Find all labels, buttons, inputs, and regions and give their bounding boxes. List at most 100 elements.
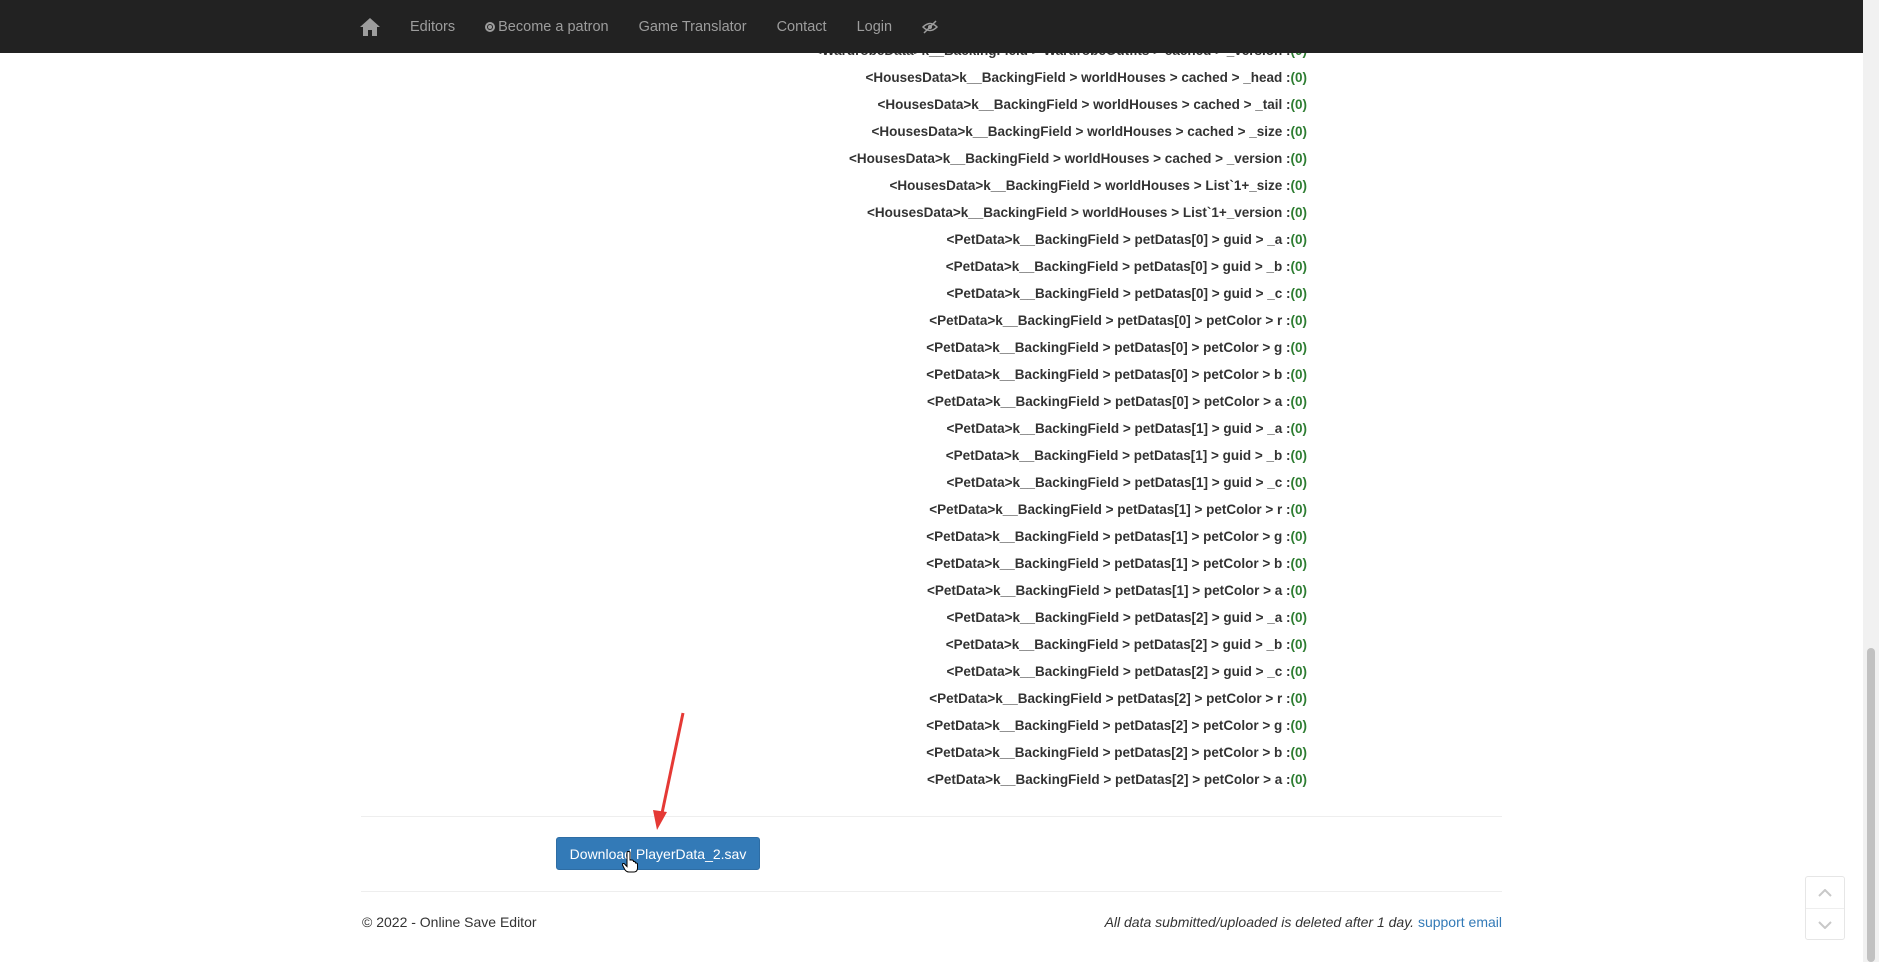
field-path: <PetData>k__BackingField > petDatas[1] >… [946, 475, 1291, 490]
save-field-row: <PetData>k__BackingField > petDatas[0] >… [0, 233, 1307, 260]
nav-login[interactable]: Login [857, 19, 892, 35]
top-navbar: Editors Become a patron Game Translator … [0, 0, 1863, 53]
field-value[interactable]: (0) [1291, 745, 1308, 760]
save-field-row: <PetData>k__BackingField > petDatas[0] >… [0, 395, 1307, 422]
field-path: <HousesData>k__BackingField > worldHouse… [848, 151, 1291, 166]
field-path: <PetData>k__BackingField > petDatas[0] >… [926, 340, 1291, 355]
save-field-row: <PetData>k__BackingField > petDatas[2] >… [0, 638, 1307, 665]
nav-become-patron[interactable]: Become a patron [485, 18, 609, 35]
field-value[interactable]: (0) [1291, 448, 1308, 463]
field-path: <PetData>k__BackingField > petDatas[1] >… [926, 583, 1291, 598]
save-field-row: <PetData>k__BackingField > petDatas[2] >… [0, 746, 1307, 773]
field-path: <PetData>k__BackingField > petDatas[2] >… [926, 745, 1291, 760]
field-path: <PetData>k__BackingField > petDatas[0] >… [946, 232, 1291, 247]
download-save-button[interactable]: Download PlayerData_2.sav [556, 837, 760, 870]
save-field-row: <PetData>k__BackingField > petDatas[0] >… [0, 368, 1307, 395]
field-value[interactable]: (0) [1291, 718, 1308, 733]
save-field-row: <PetData>k__BackingField > petDatas[2] >… [0, 719, 1307, 746]
field-path: <PetData>k__BackingField > petDatas[0] >… [929, 313, 1291, 328]
save-field-row: <HousesData>k__BackingField > worldHouse… [0, 179, 1307, 206]
save-field-list: <WardrobeData>k__BackingField > Wardrobe… [0, 44, 1307, 800]
chevron-down-icon[interactable] [1806, 908, 1844, 940]
nav-game-translator[interactable]: Game Translator [639, 19, 747, 35]
save-field-row: <PetData>k__BackingField > petDatas[1] >… [0, 476, 1307, 503]
field-path: <PetData>k__BackingField > petDatas[2] >… [946, 610, 1291, 625]
nav-editors[interactable]: Editors [410, 19, 455, 35]
field-value[interactable]: (0) [1291, 664, 1308, 679]
field-value[interactable]: (0) [1291, 637, 1308, 652]
footer-notice: All data submitted/uploaded is deleted a… [1105, 914, 1502, 930]
field-value[interactable]: (0) [1291, 340, 1308, 355]
field-path: <PetData>k__BackingField > petDatas[2] >… [926, 772, 1291, 787]
field-path: <PetData>k__BackingField > petDatas[1] >… [926, 556, 1291, 571]
save-field-row: <PetData>k__BackingField > petDatas[1] >… [0, 530, 1307, 557]
divider [361, 816, 1502, 817]
field-path: <PetData>k__BackingField > petDatas[1] >… [945, 448, 1291, 463]
hand-cursor-icon [622, 851, 638, 873]
field-value[interactable]: (0) [1291, 205, 1308, 220]
scrollbar-thumb[interactable] [1867, 648, 1875, 962]
save-field-row: <PetData>k__BackingField > petDatas[0] >… [0, 287, 1307, 314]
field-value[interactable]: (0) [1291, 583, 1308, 598]
field-value[interactable]: (0) [1291, 691, 1308, 706]
save-field-row: <PetData>k__BackingField > petDatas[2] >… [0, 611, 1307, 638]
save-field-row: <HousesData>k__BackingField > worldHouse… [0, 71, 1307, 98]
field-value[interactable]: (0) [1291, 232, 1308, 247]
nav-links: Editors Become a patron Game Translator … [360, 0, 968, 53]
field-path: <PetData>k__BackingField > petDatas[0] >… [945, 259, 1291, 274]
save-field-row: <PetData>k__BackingField > petDatas[0] >… [0, 260, 1307, 287]
field-path: <PetData>k__BackingField > petDatas[1] >… [929, 502, 1291, 517]
footer-copyright: © 2022 - Online Save Editor [362, 914, 537, 930]
patreon-icon [485, 21, 496, 32]
save-field-row: <PetData>k__BackingField > petDatas[1] >… [0, 422, 1307, 449]
support-email-link[interactable]: support email [1418, 914, 1502, 930]
save-field-row: <PetData>k__BackingField > petDatas[2] >… [0, 665, 1307, 692]
field-path: <PetData>k__BackingField > petDatas[0] >… [926, 367, 1291, 382]
nav-contact[interactable]: Contact [777, 19, 827, 35]
field-path: <PetData>k__BackingField > petDatas[2] >… [945, 637, 1291, 652]
field-path: <PetData>k__BackingField > petDatas[2] >… [929, 691, 1291, 706]
field-value[interactable]: (0) [1291, 502, 1308, 517]
field-value[interactable]: (0) [1291, 97, 1308, 112]
save-field-row: <PetData>k__BackingField > petDatas[2] >… [0, 692, 1307, 719]
save-field-row: <HousesData>k__BackingField > worldHouse… [0, 125, 1307, 152]
save-field-row: <PetData>k__BackingField > petDatas[0] >… [0, 314, 1307, 341]
chevron-up-icon[interactable] [1806, 877, 1844, 908]
footer-notice-text: All data submitted/uploaded is deleted a… [1104, 914, 1415, 930]
field-value[interactable]: (0) [1291, 394, 1308, 409]
save-field-row: <PetData>k__BackingField > petDatas[0] >… [0, 341, 1307, 368]
save-field-row: <PetData>k__BackingField > petDatas[1] >… [0, 503, 1307, 530]
field-value[interactable]: (0) [1291, 124, 1308, 139]
field-value[interactable]: (0) [1291, 367, 1308, 382]
save-field-row: <HousesData>k__BackingField > worldHouse… [0, 98, 1307, 125]
field-value[interactable]: (0) [1291, 313, 1308, 328]
field-value[interactable]: (0) [1291, 772, 1308, 787]
field-path: <PetData>k__BackingField > petDatas[2] >… [926, 718, 1291, 733]
save-field-row: <PetData>k__BackingField > petDatas[1] >… [0, 557, 1307, 584]
page-scrollbar[interactable] [1863, 0, 1879, 962]
footer-divider [361, 891, 1502, 892]
field-value[interactable]: (0) [1291, 610, 1308, 625]
field-value[interactable]: (0) [1291, 475, 1308, 490]
field-path: <HousesData>k__BackingField > worldHouse… [865, 70, 1291, 85]
field-value[interactable]: (0) [1291, 151, 1308, 166]
home-icon[interactable] [360, 16, 382, 38]
field-value[interactable]: (0) [1291, 556, 1308, 571]
field-path: <HousesData>k__BackingField > worldHouse… [866, 205, 1291, 220]
field-path: <PetData>k__BackingField > petDatas[2] >… [946, 664, 1291, 679]
field-value[interactable]: (0) [1291, 178, 1308, 193]
eye-toggle-icon[interactable] [922, 19, 939, 34]
field-value[interactable]: (0) [1291, 286, 1308, 301]
save-field-row: <HousesData>k__BackingField > worldHouse… [0, 206, 1307, 233]
field-path: <PetData>k__BackingField > petDatas[0] >… [946, 286, 1291, 301]
save-field-row: <PetData>k__BackingField > petDatas[1] >… [0, 449, 1307, 476]
field-value[interactable]: (0) [1291, 70, 1308, 85]
field-value[interactable]: (0) [1291, 259, 1308, 274]
scroll-buttons [1805, 876, 1845, 940]
field-value[interactable]: (0) [1291, 529, 1308, 544]
save-field-row: <HousesData>k__BackingField > worldHouse… [0, 152, 1307, 179]
field-path: <HousesData>k__BackingField > worldHouse… [877, 97, 1291, 112]
field-value[interactable]: (0) [1291, 421, 1308, 436]
field-path: <PetData>k__BackingField > petDatas[1] >… [946, 421, 1291, 436]
nav-become-patron-label: Become a patron [498, 18, 609, 35]
